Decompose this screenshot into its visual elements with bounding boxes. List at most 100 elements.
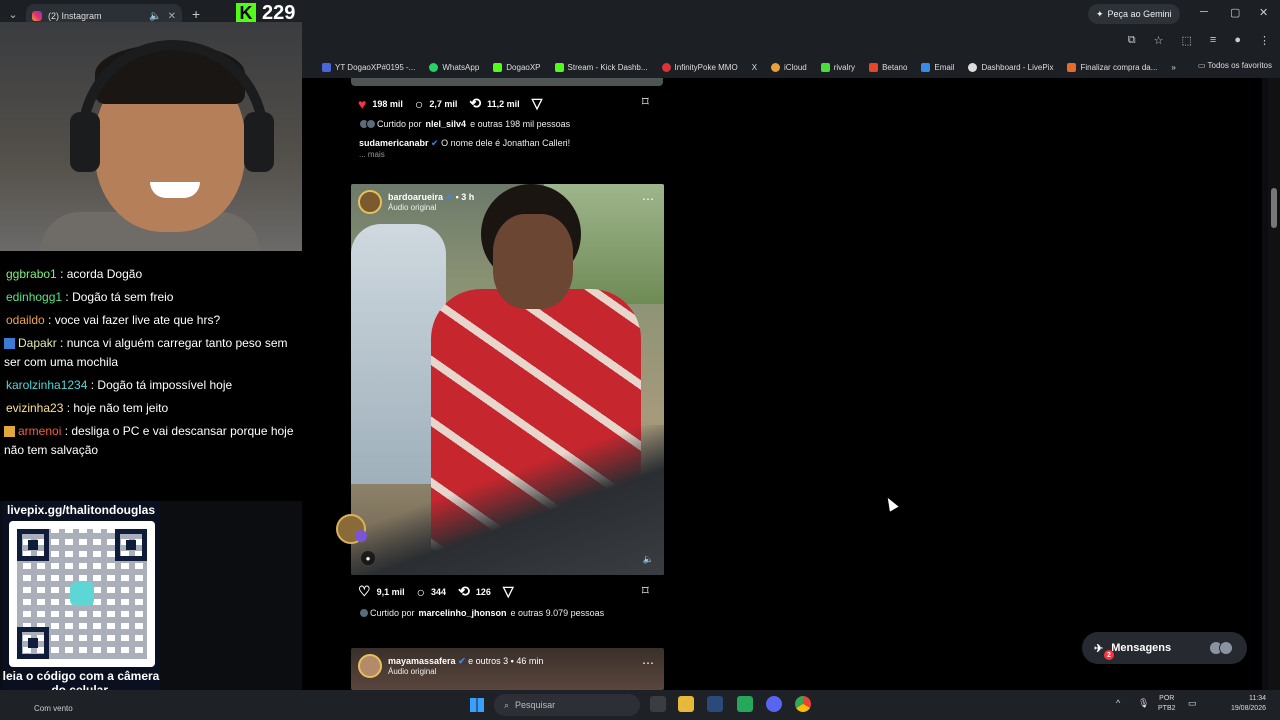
more-options-icon[interactable]: ⋯ [642, 656, 654, 670]
profile-icon[interactable]: ● [1234, 34, 1241, 47]
post2-liked-by: Curtido por marcelinho_jhonson e outras … [359, 608, 604, 618]
post3-avatar[interactable] [358, 654, 382, 678]
liked-avatars [359, 119, 376, 129]
share-icon[interactable]: ▽ [503, 583, 514, 600]
livepix-qr-overlay: livepix.gg/thalitondouglas leia o código… [2, 501, 160, 702]
task-view-icon[interactable] [650, 696, 666, 712]
comment-icon[interactable]: ○ [417, 584, 425, 600]
share-icon[interactable]: ▽ [532, 95, 543, 112]
bookmark-rivalry[interactable]: rivalry [820, 62, 855, 72]
search-placeholder: Pesquisar [515, 700, 556, 710]
post2-liked-user[interactable]: marcelinho_jhonson [419, 608, 507, 618]
post2-video[interactable]: bardoarueira ✔ • 3 h Áudio original ⋯ ● … [351, 184, 664, 575]
menu-icon[interactable]: ⋮ [1259, 34, 1270, 47]
bookmark-livepix[interactable]: Dashboard - LivePix [968, 62, 1053, 72]
bookmark-x[interactable]: X [752, 63, 757, 72]
post1-caption: sudamericanabr ✔ O nome dele é Jonathan … [359, 138, 571, 148]
verified-icon: ✔ [458, 656, 466, 666]
search-icon: ⌕ [504, 699, 510, 710]
post3-audio[interactable]: Áudio original [388, 667, 543, 676]
minimize-button[interactable]: ─ [1200, 6, 1208, 18]
like-icon[interactable]: ♡ [358, 583, 371, 600]
post2-header: bardoarueira ✔ • 3 h Áudio original [358, 190, 474, 214]
close-window-button[interactable]: ✕ [1259, 6, 1268, 19]
post2-avatar[interactable] [358, 190, 382, 214]
windows-start-icon[interactable] [470, 698, 484, 712]
discord-icon[interactable] [766, 696, 782, 712]
instagram-icon [32, 11, 42, 21]
cast-icon[interactable]: ⧉ [1128, 34, 1136, 47]
comment-icon[interactable]: ○ [415, 96, 423, 112]
new-tab-button[interactable]: + [192, 6, 200, 22]
bookmark-dogaoxp[interactable]: DogaoXP [493, 62, 541, 72]
instagram-feed: ♥ 198 mil ○ 2,7 mil ⟲ 11,2 mil ▽ ⌑ Curti… [302, 78, 1262, 690]
messages-avatars [1209, 641, 1233, 655]
messages-icon: ✈ [1094, 642, 1104, 655]
toolbar-icons: ⧉ ☆ ⬚ ≡ ● ⋮ [1128, 34, 1270, 47]
weather-widget[interactable]: Com vento [34, 704, 73, 713]
post2-actions: ♡ 9,1 mil ○ 344 ⟲ 126 ▽ [358, 583, 514, 600]
post2-likes: 9,1 mil [376, 586, 405, 597]
bookmark-betano[interactable]: Betano [869, 62, 907, 72]
post1-liked-user[interactable]: nlel_silv4 [426, 119, 467, 129]
post1-more-link[interactable]: ... mais [359, 150, 385, 159]
post2-audio[interactable]: Áudio original [388, 203, 474, 212]
star-icon[interactable]: ☆ [1154, 34, 1164, 47]
close-tab-icon[interactable]: ✕ [168, 11, 176, 22]
bookmark-kick-dashboard[interactable]: Stream - Kick Dashb... [554, 62, 648, 72]
post3-username[interactable]: mayamassafera [388, 656, 456, 666]
post1-reposts: 11,2 mil [487, 98, 520, 109]
file-explorer-icon[interactable] [678, 696, 694, 712]
verified-icon: ✔ [445, 192, 454, 202]
bookmark-icloud[interactable]: iCloud [771, 62, 807, 72]
mute-icon[interactable]: 🔈 [149, 11, 161, 22]
page-scrollbar[interactable] [1268, 78, 1280, 690]
bookmark-checkout[interactable]: Finalizar compra da... [1067, 62, 1157, 72]
post1-likes: 198 mil [372, 98, 403, 109]
post2-username[interactable]: bardoarueira [388, 192, 443, 202]
taskbar-search[interactable]: ⌕ Pesquisar [494, 694, 640, 716]
messages-badge: 2 [1104, 650, 1114, 660]
post1-comments: 2,7 mil [429, 98, 458, 109]
network-icon[interactable]: ▭ [1188, 698, 1197, 709]
bookmarks-overflow-icon[interactable]: » [1171, 63, 1175, 72]
post1-liked-by: Curtido por nlel_silv4 e outras 198 mil … [359, 119, 570, 129]
repost-icon[interactable]: ⟲ [469, 95, 481, 112]
post3-media[interactable]: mayamassafera ✔ e outros 3 • 46 min Áudi… [351, 648, 664, 690]
chrome-icon[interactable] [795, 696, 811, 712]
post1-caption-user[interactable]: sudamericanabr [359, 138, 429, 148]
clock[interactable]: 11:34 19/08/2026 [1231, 694, 1266, 714]
steam-icon[interactable] [707, 696, 723, 712]
tray-chevron-icon[interactable]: ^ [1116, 698, 1120, 708]
messages-button[interactable]: ✈ 2 Mensagens [1082, 632, 1247, 664]
volume-icon[interactable]: 🔈 [643, 554, 654, 565]
more-options-icon[interactable]: ⋯ [642, 192, 654, 206]
chat-message: ggbrabo1 : acorda Dogão [6, 267, 143, 281]
media-icon[interactable]: ≡ [1210, 34, 1216, 47]
repost-icon[interactable]: ⟲ [458, 583, 470, 600]
video-motorbike [351, 425, 664, 575]
bookmark-whatsapp[interactable]: WhatsApp [429, 62, 479, 72]
maximize-button[interactable]: ▢ [1230, 6, 1240, 19]
language-indicator[interactable]: POR PTB2 [1158, 694, 1176, 714]
save-icon[interactable]: ⌑ [642, 94, 649, 110]
gemini-label: Peça ao Gemini [1107, 9, 1172, 19]
post3-header: mayamassafera ✔ e outros 3 • 46 min Áudi… [358, 654, 543, 678]
subscriber-badge-icon [4, 338, 15, 350]
save-icon[interactable]: ⌑ [642, 583, 649, 599]
like-icon[interactable]: ♥ [358, 96, 366, 112]
chat-message: evizinha23 : hoje não tem jeito [6, 401, 169, 415]
app-icon[interactable] [737, 696, 753, 712]
all-bookmarks-button[interactable]: ▭ Todos os favoritos [1198, 61, 1272, 70]
microphone-icon[interactable]: 🎙 [1138, 698, 1149, 709]
bookmark-yt[interactable]: YT DogaoXP#0195 -... [322, 62, 415, 72]
tagged-user-icon[interactable]: ● [361, 551, 375, 565]
bookmark-email[interactable]: Email [921, 62, 954, 72]
windows-taskbar: Com vento ⌕ Pesquisar ^ 🎙 POR PTB2 ▭ 11:3… [0, 690, 1280, 720]
livepix-logo-icon [70, 582, 94, 606]
chat-message: karolzinha1234 : Dogão tá impossível hoj… [6, 378, 233, 392]
extensions-icon[interactable]: ⬚ [1182, 34, 1192, 47]
bookmark-infinitypoke[interactable]: InfinityPoke MMO [661, 62, 738, 72]
gemini-button[interactable]: ✦ Peça ao Gemini [1088, 4, 1180, 24]
post2-comments: 344 [431, 586, 447, 597]
